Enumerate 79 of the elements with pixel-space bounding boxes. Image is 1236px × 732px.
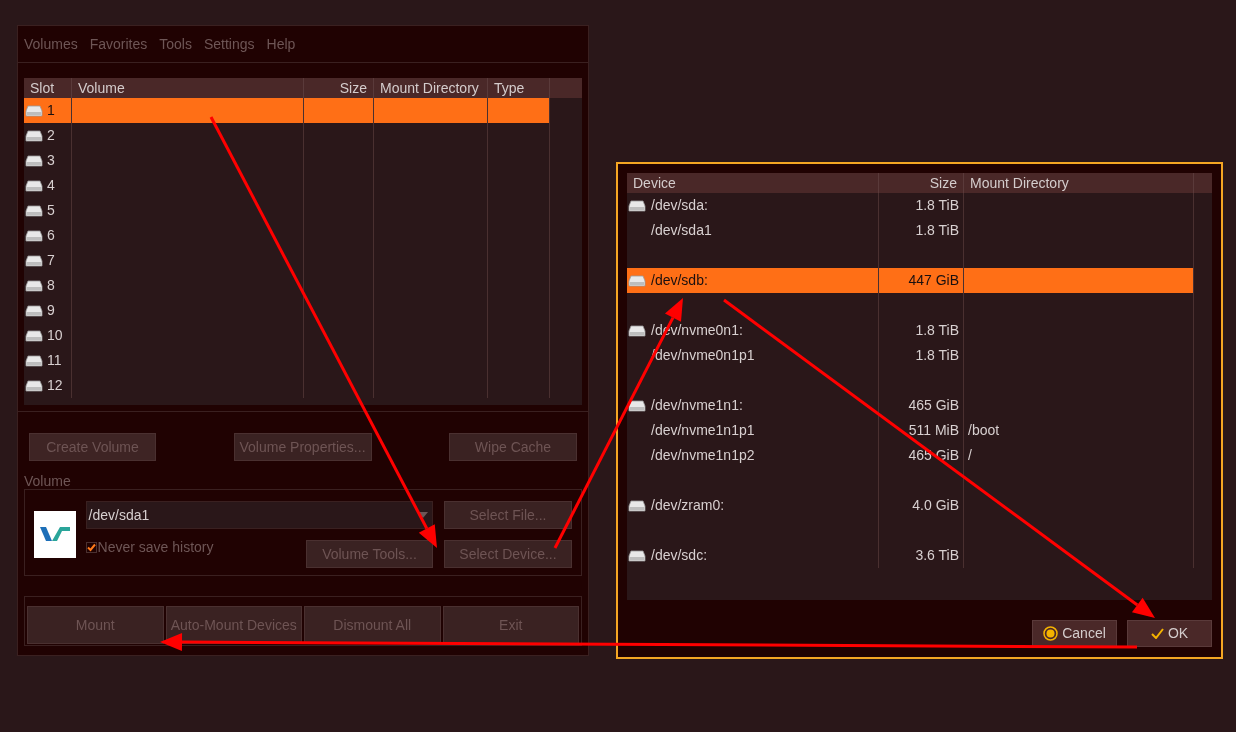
drive-icon: [25, 104, 43, 117]
slot-number: 9: [47, 301, 55, 320]
device-name: /dev/sdb:: [651, 271, 708, 290]
device-size: 447 GiB: [908, 271, 959, 290]
slot-number: 7: [47, 251, 55, 270]
device-size: 3.6 TiB: [915, 546, 959, 565]
ok-button[interactable]: OK: [1127, 620, 1212, 647]
slot-number: 8: [47, 276, 55, 295]
device-name: /dev/sda:: [651, 196, 708, 215]
slot-number: 10: [47, 326, 63, 345]
device-row[interactable]: /dev/nvme1n1: 465 GiB: [627, 393, 1194, 418]
drive-icon: [628, 199, 646, 212]
device-name: /dev/nvme1n1:: [651, 396, 743, 415]
device-name: /dev/nvme1n1p2: [651, 446, 755, 465]
device-row[interactable]: /dev/sda1 1.8 TiB: [627, 218, 1194, 243]
device-name: /dev/sdc:: [651, 546, 708, 565]
device-name: /dev/nvme1n1p1: [651, 421, 755, 440]
device-size: 511 MiB: [908, 421, 959, 440]
drive-icon: [25, 229, 43, 242]
drive-icon: [25, 304, 43, 317]
slot-number: 12: [47, 376, 63, 395]
drive-icon: [25, 329, 43, 342]
slot-row[interactable]: 7: [24, 248, 550, 273]
drive-icon: [25, 279, 43, 292]
drive-icon: [25, 129, 43, 142]
slot-number: 11: [47, 351, 62, 370]
slot-number: 4: [47, 176, 55, 195]
device-row[interactable]: /dev/sdc: 3.6 TiB: [627, 543, 1194, 568]
slot-row[interactable]: 2: [24, 123, 550, 148]
slot-row[interactable]: 8: [24, 273, 550, 298]
slot-row[interactable]: 6: [24, 223, 550, 248]
device-row[interactable]: /dev/nvme1n1p1 511 MiB /boot: [627, 418, 1194, 443]
slot-number: 1: [47, 101, 55, 120]
device-size: 1.8 TiB: [915, 221, 959, 240]
checkmark-icon: [1150, 628, 1164, 639]
slot-number: 5: [47, 201, 55, 220]
slot-row[interactable]: 1: [24, 98, 550, 123]
slot-row[interactable]: 12: [24, 373, 550, 398]
drive-icon: [25, 254, 43, 267]
mount-directory: /boot: [968, 421, 1000, 440]
drive-icon: [628, 399, 646, 412]
drive-icon: [628, 549, 646, 562]
column-header[interactable]: Size: [879, 173, 964, 193]
slot-row[interactable]: 5: [24, 198, 550, 223]
device-name: /dev/sda1: [651, 221, 712, 240]
app-logo: [34, 511, 76, 558]
device-size: 1.8 TiB: [915, 321, 959, 340]
drive-icon: [628, 274, 646, 287]
dropdown-caret-icon: [418, 512, 428, 518]
drive-icon: [25, 204, 43, 217]
device-size: 4.0 GiB: [912, 496, 959, 515]
drive-icon: [25, 154, 43, 167]
column-header[interactable]: Device: [627, 173, 879, 193]
group-label: Volume: [24, 473, 72, 489]
slot-row[interactable]: 3: [24, 148, 550, 173]
checkbox-box: [85, 542, 97, 553]
drive-icon: [628, 324, 646, 337]
device-size: 465 GiB: [908, 396, 959, 415]
volume-path-combo[interactable]: /dev/sda1: [85, 501, 433, 529]
drive-icon: [628, 499, 646, 512]
device-row[interactable]: /dev/sda: 1.8 TiB: [627, 193, 1194, 218]
cancel-button[interactable]: Cancel: [1032, 620, 1117, 647]
device-size: 1.8 TiB: [915, 346, 959, 365]
device-name: /dev/zram0:: [651, 496, 725, 515]
slot-row[interactable]: 10: [24, 323, 550, 348]
slot-number: 3: [47, 151, 55, 170]
slot-number: 6: [47, 226, 55, 245]
drive-icon: [25, 179, 43, 192]
device-row[interactable]: /dev/sdb: 447 GiB: [627, 268, 1194, 293]
device-size: 1.8 TiB: [915, 196, 959, 215]
drive-icon: [25, 379, 43, 392]
stop-icon: [1043, 626, 1059, 641]
slot-row[interactable]: 4: [24, 173, 550, 198]
slot-row[interactable]: 11: [24, 348, 550, 373]
slot-number: 2: [47, 126, 55, 145]
drive-icon: [25, 354, 43, 367]
slot-row[interactable]: 9: [24, 298, 550, 323]
mount-directory: /: [968, 446, 972, 465]
device-row[interactable]: /dev/zram0: 4.0 GiB: [627, 493, 1194, 518]
